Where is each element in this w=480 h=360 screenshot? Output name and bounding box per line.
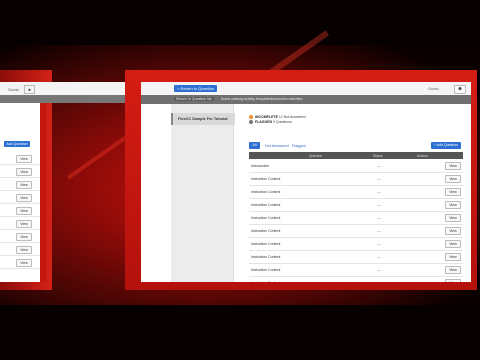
breadcrumb-item[interactable]: Some catalog activity templates [221,97,272,101]
view-button[interactable]: View [16,233,32,241]
table-row: Instruction Content — View [249,250,463,264]
flagged-label: FLAGGED [254,120,273,125]
row-question-name[interactable]: Instruction Content [251,190,280,194]
header-status: Status [373,153,383,158]
table-row: View [0,243,40,256]
view-button[interactable]: View [16,207,32,215]
view-button[interactable]: View [16,246,32,254]
plus-icon: + [433,143,437,147]
view-button[interactable]: View [445,201,461,209]
row-question-name[interactable]: Introduction [251,164,269,168]
row-status: — [377,228,381,233]
incomplete-label: INCOMPLETE [254,115,278,119]
row-status: — [377,241,381,246]
row-status: — [377,189,381,194]
warning-icon [249,115,253,120]
tab-flagged[interactable]: Flagged [292,144,306,148]
header-question: Question [309,153,323,158]
table-row: Instruction Content — View [249,172,463,186]
flag-icon [249,120,253,125]
table-row: Instruction Content — View [249,198,463,212]
row-question-name[interactable]: Instruction Content [251,281,280,283]
left-add-question-button[interactable]: Add Question [4,141,30,147]
add-question-button[interactable]: + Add Question [431,142,461,149]
view-button[interactable]: View [445,175,461,183]
main-window: ⌂ Return to Question Guest ☻ Return to Q… [141,82,471,282]
left-add-label: Add Question [6,142,28,146]
view-button[interactable]: View [445,227,461,235]
add-question-label: Add Question [436,143,459,147]
table-row: View [0,152,40,165]
table-row: View [0,165,40,178]
row-status: — [377,267,381,272]
view-button[interactable]: View [16,155,32,163]
table-row: View [0,178,40,191]
table-row: Instruction Content — View [249,276,463,282]
user-icon[interactable]: ☻ [454,85,466,94]
header-actions: Actions [417,153,428,158]
table-row: Instruction Content — View [249,185,463,199]
topbar: ⌂ Return to Question Guest ☻ [141,82,471,96]
home-icon: ⌂ [177,86,180,91]
table-row: Instruction Content — View [249,237,463,251]
row-status: — [377,163,381,168]
flagged-detail: 0 Questions [273,120,292,125]
row-question-name[interactable]: Instruction Content [251,177,280,181]
return-button-label: Return to Question [180,86,215,91]
video-frame: Guest ☻ Add Question View View View View… [0,0,480,360]
user-label: Guest [428,86,439,91]
incomplete-detail: 12 Not Answered [278,115,306,119]
top-black-band [0,0,480,46]
table-row: View [0,204,40,217]
status-summary: INCOMPLETE 12 Not Answered FLAGGED 0 Que… [249,115,306,125]
flagged-status: FLAGGED 0 Questions [249,120,306,125]
row-status: — [377,176,381,181]
table-row: View [0,230,40,243]
row-status: — [377,202,381,207]
sidebar-item-label: FlexCC Sample For Tutorial [178,117,228,121]
row-question-name[interactable]: Instruction Content [251,216,280,220]
row-status: — [377,254,381,259]
table-row: Instruction Content — View [249,224,463,238]
table-row: Introduction — View [249,159,463,173]
row-status: — [377,215,381,220]
breadcrumb-item[interactable]: Instruction activities [271,97,302,101]
table-row: View [0,217,40,230]
view-button[interactable]: View [16,194,32,202]
table-row: Instruction Content — View [249,263,463,277]
table-row: Instruction Content — View [249,211,463,225]
tab-all[interactable]: All [249,142,260,149]
return-to-question-button[interactable]: ⌂ Return to Question [174,85,218,92]
table-row: View [0,256,40,269]
view-button[interactable]: View [445,253,461,261]
view-button[interactable]: View [445,266,461,274]
tab-not-answered[interactable]: Not Answered [265,144,289,148]
row-question-name[interactable]: Instruction Content [251,242,280,246]
view-button[interactable]: View [445,279,461,282]
view-button[interactable]: View [445,214,461,222]
left-user-label: Guest [8,87,19,92]
left-window: Guest ☻ Add Question View View View View… [0,82,330,282]
row-status: — [377,280,381,282]
row-question-name[interactable]: Instruction Content [251,203,280,207]
sidebar: FlexCC Sample For Tutorial [171,104,235,282]
view-button[interactable]: View [16,181,32,189]
breadcrumb-item[interactable]: Return to Question list [174,97,214,101]
view-button[interactable]: View [445,188,461,196]
view-button[interactable]: View [445,240,461,248]
view-button[interactable]: View [16,168,32,176]
left-user-icon[interactable]: ☻ [24,85,35,94]
view-button[interactable]: View [445,162,461,170]
table-row: View [0,191,40,204]
row-question-name[interactable]: Instruction Content [251,268,280,272]
table-header: Question Status Actions [249,152,463,159]
row-question-name[interactable]: Instruction Content [251,255,280,259]
incomplete-status: INCOMPLETE 12 Not Answered [249,115,306,120]
row-question-name[interactable]: Instruction Content [251,229,280,233]
bottom-black-band [0,305,480,360]
view-button[interactable]: View [16,220,32,228]
view-button[interactable]: View [16,259,32,267]
sidebar-item-selected[interactable]: FlexCC Sample For Tutorial [171,113,235,125]
